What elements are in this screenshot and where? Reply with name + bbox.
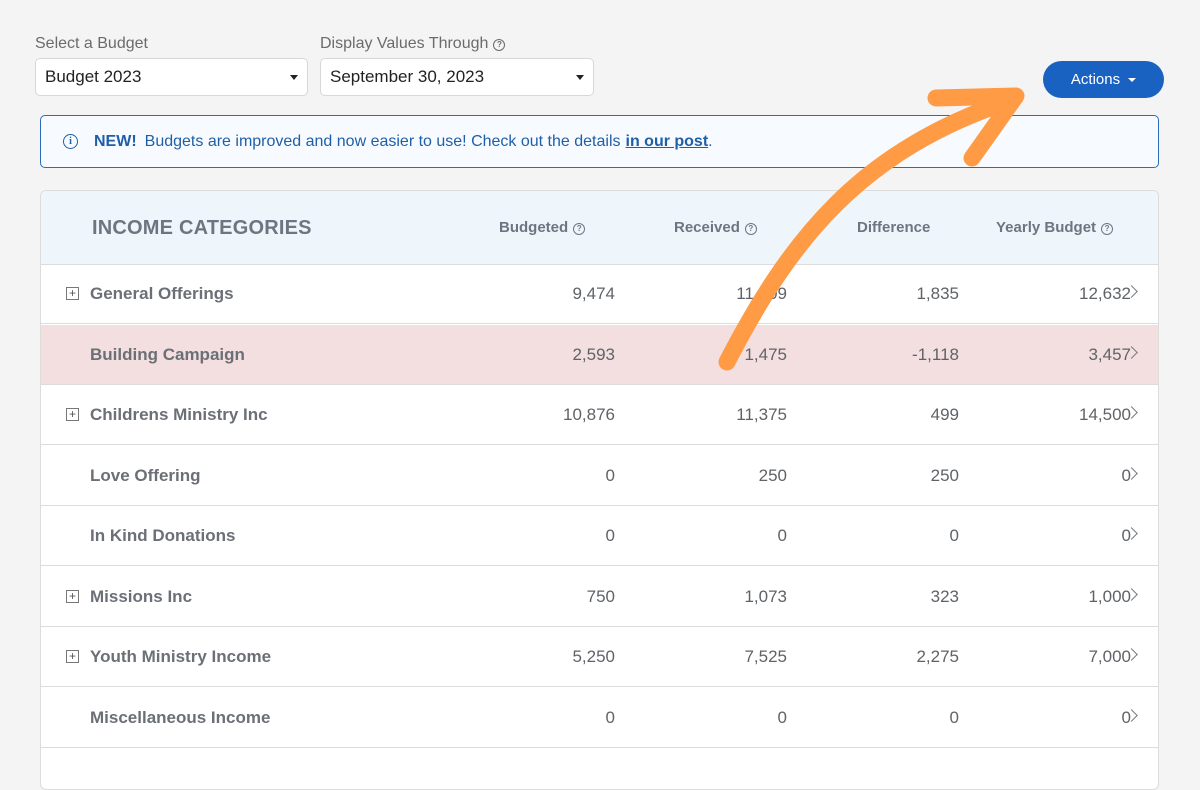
table-row[interactable]: Miscellaneous Income 0 0 0 0 bbox=[41, 688, 1158, 748]
cell-budgeted: 2,593 bbox=[572, 344, 615, 364]
table-row[interactable]: + Missions Inc 750 1,073 323 1,000 bbox=[41, 567, 1158, 627]
cell-budgeted: 750 bbox=[586, 586, 615, 606]
help-icon[interactable]: ? bbox=[573, 223, 586, 235]
category-name: Youth Ministry Income bbox=[90, 647, 272, 666]
cell-received: 0 bbox=[777, 707, 787, 727]
display-through-label: Display Values Through? bbox=[320, 35, 506, 53]
cell-budgeted: 0 bbox=[605, 526, 615, 545]
cell-difference: 0 bbox=[949, 707, 959, 727]
notice-text: Budgets are improved and now easier to u… bbox=[144, 132, 621, 150]
category-name: Building Campaign bbox=[90, 344, 245, 364]
expand-icon[interactable]: + bbox=[66, 287, 79, 300]
cell-received: 250 bbox=[758, 465, 787, 485]
table-row[interactable]: In Kind Donations 0 0 0 0 bbox=[41, 506, 1158, 566]
new-feature-notice: i NEW! Budgets are improved and now easi… bbox=[40, 115, 1159, 168]
notice-new-tag: NEW! bbox=[94, 132, 137, 150]
actions-button-label: Actions bbox=[1070, 71, 1121, 88]
cell-yearly: 1,000 bbox=[1088, 586, 1131, 606]
cell-received: 11,375 bbox=[736, 405, 787, 424]
cell-difference: 2,275 bbox=[916, 647, 959, 666]
cell-yearly: 3,457 bbox=[1088, 344, 1131, 364]
table-row[interactable]: Love Offering 0 250 250 0 bbox=[41, 446, 1158, 506]
budget-select[interactable]: Budget 2023 bbox=[35, 58, 308, 96]
table-row[interactable]: + Youth Ministry Income 5,250 7,525 2,275 7,0… bbox=[41, 627, 1158, 687]
cell-yearly: 0 bbox=[1121, 707, 1131, 727]
column-label: Difference bbox=[857, 219, 931, 236]
budget-select-value: Budget 2023 bbox=[45, 67, 142, 86]
info-icon: i bbox=[63, 134, 78, 149]
expand-icon[interactable]: + bbox=[66, 650, 79, 663]
column-budgeted: Budgeted? bbox=[499, 219, 586, 236]
cell-budgeted: 0 bbox=[605, 465, 615, 485]
caret-down-icon bbox=[576, 75, 584, 80]
category-name: In Kind Donations bbox=[90, 526, 236, 545]
table-title: INCOME CATEGORIES bbox=[92, 217, 312, 239]
notice-post-link[interactable]: in our post bbox=[626, 133, 709, 151]
category-name: General Offerings bbox=[90, 284, 234, 303]
help-icon[interactable]: ? bbox=[493, 39, 506, 51]
cell-difference: 323 bbox=[930, 586, 959, 606]
table-header: INCOME CATEGORIES Budgeted? Received? Di… bbox=[41, 191, 1158, 265]
expand-icon[interactable]: + bbox=[66, 589, 79, 603]
cell-difference: 0 bbox=[949, 526, 959, 545]
notice-period: . bbox=[708, 132, 713, 150]
cell-difference: 1,835 bbox=[916, 284, 959, 303]
caret-down-icon bbox=[1128, 77, 1137, 82]
budget-select-label: Select a Budget bbox=[35, 35, 148, 52]
column-label: Received bbox=[674, 219, 740, 236]
cell-received: 7,525 bbox=[744, 647, 787, 666]
cell-yearly: 0 bbox=[1121, 465, 1131, 485]
cell-received: 1,073 bbox=[744, 586, 787, 606]
category-name: Love Offering bbox=[90, 465, 201, 485]
help-icon[interactable]: ? bbox=[1101, 223, 1114, 235]
cell-difference: 250 bbox=[930, 465, 959, 485]
column-yearly-budget: Yearly Budget? bbox=[996, 219, 1114, 236]
table-row[interactable]: Building Campaign 2,593 1,475 -1,118 3,457 bbox=[41, 324, 1158, 385]
help-icon[interactable]: ? bbox=[744, 223, 757, 235]
actions-button[interactable]: Actions bbox=[1043, 61, 1164, 98]
display-through-select[interactable]: September 30, 2023 bbox=[320, 58, 594, 96]
cell-received: 11,309 bbox=[736, 284, 787, 303]
expand-icon[interactable]: + bbox=[66, 408, 79, 421]
category-name: Childrens Ministry Inc bbox=[90, 405, 268, 424]
column-difference: Difference bbox=[857, 219, 930, 236]
table-row[interactable]: + General Offerings 9,474 11,309 1,835 12,632 bbox=[41, 264, 1158, 324]
column-label: Budgeted bbox=[499, 219, 569, 236]
cell-budgeted: 0 bbox=[605, 707, 615, 727]
cell-budgeted: 5,250 bbox=[572, 647, 615, 666]
display-through-label-text: Display Values Through bbox=[320, 35, 489, 52]
cell-yearly: 14,500 bbox=[1079, 405, 1131, 424]
cell-received: 0 bbox=[777, 526, 787, 545]
cell-yearly: 7,000 bbox=[1088, 647, 1131, 666]
category-name: Miscellaneous Income bbox=[90, 707, 271, 727]
display-through-value: September 30, 2023 bbox=[330, 67, 485, 86]
cell-difference: -1,118 bbox=[912, 344, 959, 364]
column-label: Yearly Budget bbox=[996, 219, 1097, 236]
cell-budgeted: 10,876 bbox=[563, 405, 615, 424]
cell-budgeted: 9,474 bbox=[572, 284, 615, 303]
table-row[interactable]: + Childrens Ministry Inc 10,876 11,375 499 14… bbox=[41, 385, 1158, 445]
caret-down-icon bbox=[290, 75, 298, 80]
column-received: Received? bbox=[674, 219, 757, 236]
income-categories-table: INCOME CATEGORIES Budgeted? Received? Di… bbox=[40, 190, 1159, 790]
cell-difference: 499 bbox=[930, 405, 959, 424]
category-name: Missions Inc bbox=[90, 586, 193, 606]
cell-yearly: 0 bbox=[1121, 526, 1131, 545]
cell-received: 1,475 bbox=[744, 344, 787, 364]
cell-yearly: 12,632 bbox=[1079, 284, 1131, 303]
